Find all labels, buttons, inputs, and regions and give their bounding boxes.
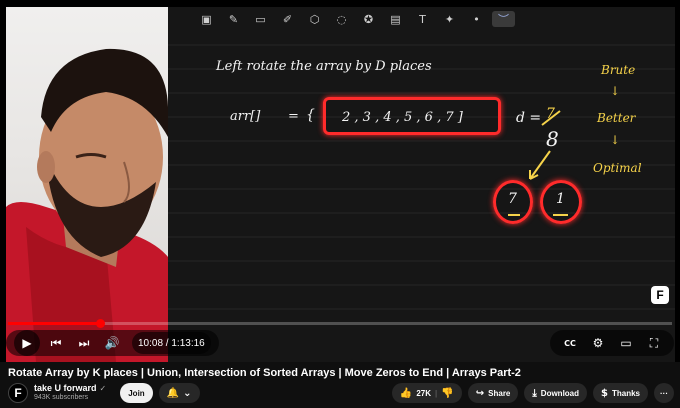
like-divider: | [435,388,438,398]
shapes-icon[interactable]: ⬡ [303,11,326,27]
more-actions-button[interactable]: ··· [654,383,674,403]
progress-bar[interactable] [8,319,672,328]
channel-avatar[interactable]: F [8,383,28,403]
action-buttons: 👍 27K | 👎 ↪ Share ⤓ Download $ Thanks ··… [391,383,674,403]
d-new-value: 8 [546,127,559,151]
approach-optimal: Optimal [593,161,642,175]
like-count[interactable]: 27K [416,389,431,398]
d-label: d = [516,110,542,126]
time-display: 10:08 / 1:13:16 [132,332,211,354]
dot-icon[interactable]: • [465,11,488,27]
bell-icon: 🔔 [166,387,180,399]
controls-right: CC ⚙ ▭ ⛶ [550,330,674,356]
captions-icon[interactable]: CC [558,332,582,354]
share-button[interactable]: ↪ Share [467,383,519,403]
eraser-icon[interactable]: ▭ [249,11,272,27]
laser-pointer-icon[interactable]: ✦ [438,11,461,27]
download-button[interactable]: ⤓ Download [524,383,588,403]
player-controls: ▶ ⏮ ⏭ 🔊 10:08 / 1:13:16 CC ⚙ ▭ ⛶ [6,330,674,356]
arrow-down-2: ↓ [610,133,621,147]
thanks-button[interactable]: $ Thanks [593,383,648,403]
presenter-illustration [6,48,168,362]
video-meta-row: F take U forward ✓ 943K subscribers Join… [8,381,674,405]
circle-right-value: 1 [556,191,565,207]
download-icon: ⤓ [532,387,537,399]
whiteboard: ▣ ✎ ▭ ✐ ⬡ ◌ ✪ ▤ T ✦ • ︶ Left rotate the … [168,7,675,362]
d-old-value: 7 [546,106,555,122]
verified-icon: ✓ [99,383,107,393]
previous-icon[interactable]: ⏮ [44,332,68,354]
join-button[interactable]: Join [120,383,153,403]
chevron-down-icon: ⌄ [183,387,192,399]
highlighter-icon[interactable]: ✐ [276,11,299,27]
video-title: Rotate Array by K places | Union, Inters… [8,367,521,379]
progress-scrubber[interactable] [95,319,105,328]
share-label: Share [488,388,511,398]
progress-fill [8,322,100,325]
volume-icon[interactable]: 🔊 [100,332,124,354]
thanks-icon: $ [601,387,608,399]
insert-image-icon[interactable]: ▤ [384,11,407,27]
approach-better: Better [597,111,636,125]
drawing-toolbar: ▣ ✎ ▭ ✐ ⬡ ◌ ✪ ▤ T ✦ • ︶ [195,11,515,27]
like-icon[interactable]: 👍 [400,388,412,399]
play-icon[interactable]: ▶ [14,330,40,356]
next-icon[interactable]: ⏭ [72,332,96,354]
like-dislike-group: 👍 27K | 👎 [391,383,462,403]
subscribe-bell-button[interactable]: 🔔 ⌄ [158,383,200,403]
lasso-icon[interactable]: ◌ [330,11,353,27]
presenter-video [6,7,168,362]
open-brace: { [306,107,315,123]
star-icon[interactable]: ✪ [357,11,380,27]
dislike-icon[interactable]: 👎 [441,388,453,399]
video-player[interactable]: ▣ ✎ ▭ ✐ ⬡ ◌ ✪ ▤ T ✦ • ︶ Left rotate the … [0,0,680,362]
circle-left-value: 7 [508,191,517,207]
video-frame: ▣ ✎ ▭ ✐ ⬡ ◌ ✪ ▤ T ✦ • ︶ Left rotate the … [6,7,675,362]
controls-left: ▶ ⏮ ⏭ 🔊 10:08 / 1:13:16 [6,330,219,356]
channel-info: take U forward ✓ 943K subscribers [34,383,107,402]
channel-name[interactable]: take U forward [34,383,97,394]
board-heading: Left rotate the array by D places [216,59,432,74]
thanks-label: Thanks [611,388,640,398]
equals-sign: = [288,109,299,124]
download-label: Download [540,388,580,398]
fullscreen-icon[interactable]: ⛶ [642,332,666,354]
settings-icon[interactable]: ⚙ [586,332,610,354]
array-label: arr[] [230,109,261,124]
miniplayer-icon[interactable]: ▭ [614,332,638,354]
share-icon: ↪ [475,387,485,399]
pen-icon[interactable]: ✎ [222,11,245,27]
line-icon[interactable]: ︶ [492,11,515,27]
array-values: 2 , 3 , 4 , 5 , 6 , 7 ] [342,110,463,125]
text-icon[interactable]: T [411,11,434,27]
subscriber-count: 943K subscribers [34,394,89,402]
image-icon[interactable]: ▣ [195,11,218,27]
channel-watermark: F [651,286,669,304]
arrow-down-1: ↓ [610,84,621,98]
approach-brute: Brute [601,63,636,77]
